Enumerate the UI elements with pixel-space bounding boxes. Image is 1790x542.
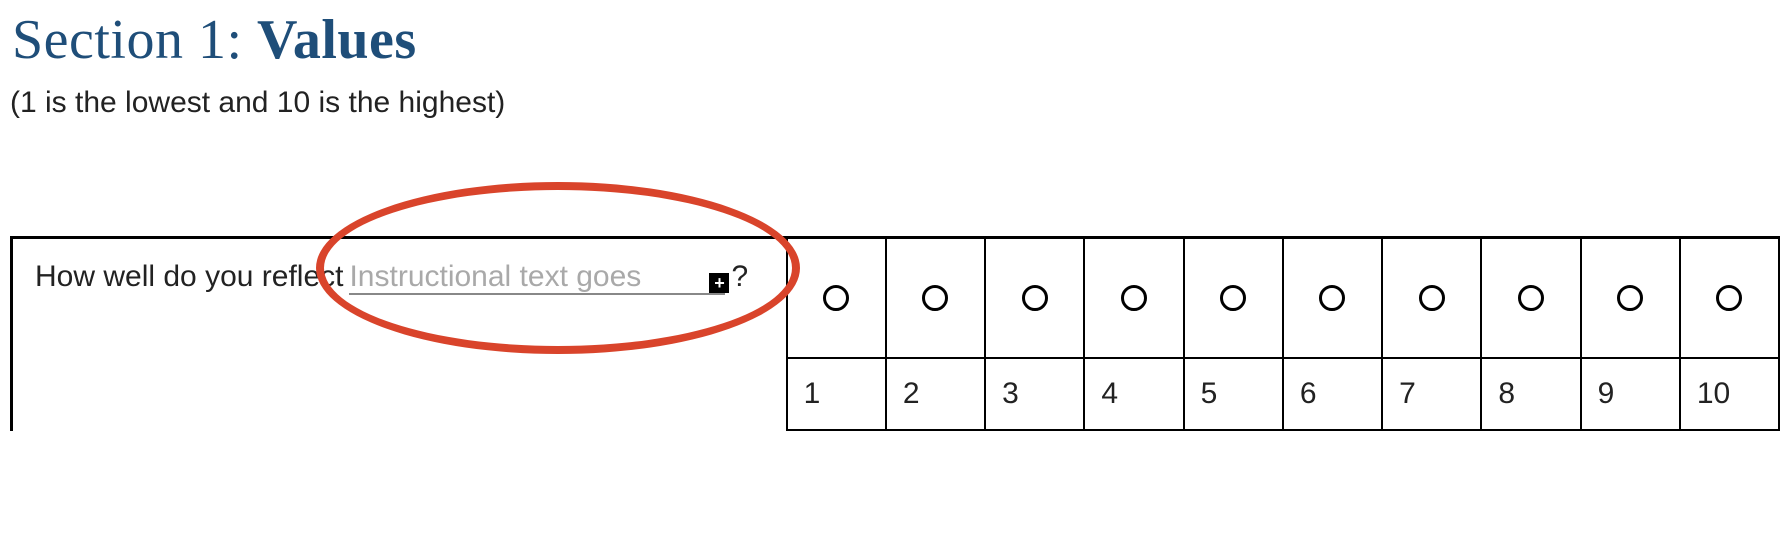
section-heading: Section 1: Values bbox=[12, 8, 417, 72]
rating-label-4: 4 bbox=[1083, 359, 1182, 429]
heading-prefix: Section 1: bbox=[12, 9, 257, 71]
rating-label-row: 1 2 3 4 5 6 7 8 9 10 bbox=[786, 359, 1780, 431]
rating-option-10[interactable] bbox=[1679, 239, 1780, 357]
radio-icon bbox=[1716, 285, 1742, 311]
rating-label-1: 1 bbox=[786, 359, 885, 429]
question-row: How well do you reflect Instructional te… bbox=[13, 239, 1780, 431]
radio-icon bbox=[1518, 285, 1544, 311]
radio-icon bbox=[1617, 285, 1643, 311]
question-text: How well do you reflect Instructional te… bbox=[35, 259, 764, 295]
heading-title: Values bbox=[257, 9, 417, 71]
question-before: How well do you reflect bbox=[35, 259, 343, 295]
radio-icon bbox=[1022, 285, 1048, 311]
question-table: How well do you reflect Instructional te… bbox=[10, 236, 1780, 431]
rating-stack: 1 2 3 4 5 6 7 8 9 10 bbox=[786, 239, 1780, 431]
rating-label-3: 3 bbox=[984, 359, 1083, 429]
rating-option-5[interactable] bbox=[1183, 239, 1282, 357]
scale-hint: (1 is the lowest and 10 is the highest) bbox=[10, 86, 505, 120]
placeholder-field[interactable]: Instructional text goes + bbox=[349, 259, 725, 295]
question-after: ? bbox=[731, 259, 748, 295]
rating-option-3[interactable] bbox=[984, 239, 1083, 357]
rating-radio-row bbox=[786, 239, 1780, 359]
radio-icon bbox=[1121, 285, 1147, 311]
rating-option-4[interactable] bbox=[1083, 239, 1182, 357]
radio-icon bbox=[1319, 285, 1345, 311]
rating-option-1[interactable] bbox=[786, 239, 885, 357]
rating-label-8: 8 bbox=[1480, 359, 1579, 429]
rating-label-7: 7 bbox=[1381, 359, 1480, 429]
question-cell: How well do you reflect Instructional te… bbox=[13, 239, 786, 359]
radio-icon bbox=[1419, 285, 1445, 311]
rating-option-7[interactable] bbox=[1381, 239, 1480, 357]
rating-label-5: 5 bbox=[1183, 359, 1282, 429]
rating-label-2: 2 bbox=[885, 359, 984, 429]
rating-option-6[interactable] bbox=[1282, 239, 1381, 357]
plus-icon[interactable]: + bbox=[709, 273, 729, 293]
radio-icon bbox=[1220, 285, 1246, 311]
rating-option-8[interactable] bbox=[1480, 239, 1579, 357]
radio-icon bbox=[823, 285, 849, 311]
field-underline bbox=[349, 293, 725, 295]
radio-icon bbox=[922, 285, 948, 311]
rating-option-9[interactable] bbox=[1580, 239, 1679, 357]
rating-label-9: 9 bbox=[1580, 359, 1679, 429]
rating-option-2[interactable] bbox=[885, 239, 984, 357]
placeholder-text: Instructional text goes bbox=[349, 260, 641, 293]
rating-label-6: 6 bbox=[1282, 359, 1381, 429]
rating-label-10: 10 bbox=[1679, 359, 1780, 429]
